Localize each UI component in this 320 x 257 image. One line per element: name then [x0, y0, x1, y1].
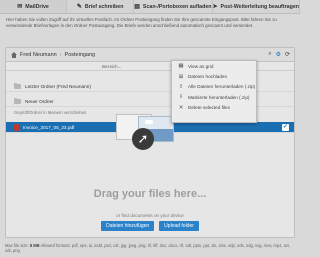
home-icon[interactable] — [11, 51, 17, 58]
menu-item-download-all[interactable]: ⇪ Alle Dateien herunterladen (.zip) — [172, 82, 256, 92]
tab-post-weiterleitung[interactable]: ➤ Post-Weiterleitung beauftragen — [213, 0, 301, 13]
search-icon[interactable]: ⌕ — [268, 51, 271, 58]
menu-item-view-grid[interactable]: ▦ View as grid — [172, 61, 256, 71]
mail-icon: ✉ — [17, 3, 23, 10]
page-description: Hier haben Sie vollen Zugriff auf Ihr vi… — [6, 17, 277, 28]
item-name: Neuer Ordner — [25, 98, 54, 104]
menu-item-download-selected[interactable]: ⇩ Markierte herunterladen (.zip) — [172, 92, 256, 102]
menu-item-delete-selected[interactable]: ✕ Delete selected files — [172, 103, 256, 113]
tab-label: Brief schreiben — [84, 3, 124, 10]
download-icon: ⇪ — [178, 83, 184, 90]
folder-icon — [14, 82, 21, 89]
close-icon: ✕ — [178, 104, 184, 111]
tab-scan-portoboxen[interactable]: ▤ Scan-/Portoboxen aufladen — [134, 0, 213, 13]
folder-hint: Geprüft/Ordner in Meinem verschieben — [14, 110, 87, 115]
breadcrumb-root[interactable]: Fred Neumann — [20, 52, 57, 58]
or-text: or find documents on your device — [116, 213, 184, 218]
upload-icon: ⊞ — [178, 73, 184, 80]
breadcrumb-current: Posteingang — [64, 51, 96, 58]
pencil-icon: ✎ — [76, 3, 82, 10]
menu-label: Alle Dateien herunterladen (.zip) — [188, 84, 256, 90]
send-icon: ➤ — [212, 3, 218, 10]
tab-brief-schreiben[interactable]: ✎ Brief schreiben — [67, 0, 135, 13]
gear-icon[interactable]: ⚙ — [276, 51, 281, 58]
menu-label: View as grid — [188, 63, 214, 69]
checkbox-checked-icon[interactable]: ✓ — [282, 124, 289, 131]
toolbar: ⌕ ⚙ ⟳ — [268, 51, 290, 58]
tab-maildrive[interactable]: ✉ MailDrive — [0, 0, 68, 13]
menu-label: Delete selected files — [188, 105, 230, 111]
settings-dropdown: ▦ View as grid ⊞ Dateien hochladen ⇪ Alle D… — [171, 60, 257, 123]
tab-bar: ✉ MailDrive ✎ Brief schreiben ▤ Scan-/Porto… — [0, 0, 301, 14]
refresh-icon[interactable]: ⟳ — [285, 51, 290, 58]
column-name[interactable]: Bezeich... — [102, 64, 121, 69]
menu-item-upload[interactable]: ⊞ Dateien hochladen — [172, 71, 256, 81]
grid-icon: ▦ — [178, 63, 184, 70]
tab-label: Scan-/Portoboxen aufladen — [142, 3, 212, 10]
cursor-arrow-icon: ➚ — [132, 128, 154, 150]
pdf-icon — [14, 123, 19, 131]
upload-folder-button[interactable]: Upload folder — [159, 221, 199, 231]
item-name: Invoice_2017_05_23.pdf — [23, 124, 75, 130]
max-size-value: 8 MB — [29, 243, 40, 248]
allowed-types-label: Allowed formats: — [40, 243, 71, 248]
folder-icon — [14, 97, 21, 104]
menu-label: Markierte herunterladen (.zip) — [188, 94, 250, 100]
item-name: Letzter Ordner (Fred Neumann) — [25, 83, 91, 89]
box-icon: ▤ — [134, 3, 140, 10]
upload-limits: Max file size: 8 MB Allowed formats: pdf… — [5, 243, 297, 253]
upload-illustration: ➚ — [112, 112, 178, 160]
tab-label: MailDrive — [25, 3, 49, 10]
download-icon: ⇩ — [178, 94, 184, 101]
menu-label: Dateien hochladen — [188, 74, 228, 80]
breadcrumb-separator: › — [59, 51, 62, 58]
add-files-button[interactable]: Dateien hinzufügen — [101, 221, 155, 231]
tab-label: Post-Weiterleitung beauftragen — [220, 3, 300, 10]
drop-zone-text[interactable]: Drag your files here... — [0, 188, 300, 200]
upload-buttons: Dateien hinzufügen Upload folder — [0, 221, 300, 231]
